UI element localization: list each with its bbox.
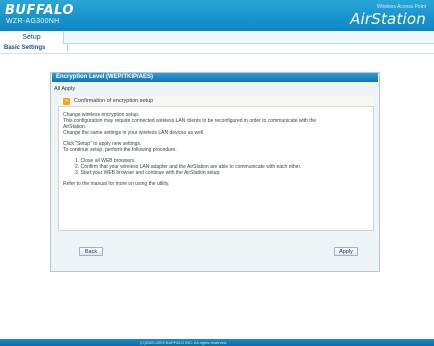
step-3: 3. Start your WEB browser and continue w… [75, 170, 221, 176]
confirmation-title: Confirmation of encryption setup [74, 98, 154, 104]
body-line-4: Change the same settings in your wireles… [63, 130, 205, 136]
body-line-2: This configuration may require connected… [63, 118, 317, 124]
copyright: (C)2000-2009 BUFFALO INC. All rights res… [140, 340, 228, 345]
arrow-icon: » [63, 98, 70, 105]
sub-navigation [0, 44, 434, 54]
model-name: WZR-AG300NH [6, 18, 60, 25]
airstation-logo: AirStation [350, 10, 426, 28]
subnav-basic-settings[interactable]: Basic Settings [4, 45, 45, 51]
tab-strip [0, 31, 434, 44]
body-line-6: To continue setup, perform the following… [63, 147, 177, 153]
dialog-subtitle: All Apply [54, 86, 76, 92]
back-button[interactable]: Back [79, 247, 103, 256]
dialog-title: Encryption Level (WEP/TKIP/AES) [52, 73, 378, 82]
apply-button[interactable]: Apply [334, 247, 358, 256]
refer-line: Refer to the manual for more on using th… [63, 181, 170, 187]
tab-setup[interactable]: Setup [0, 31, 64, 44]
buffalo-logo: BUFFALO [5, 3, 74, 18]
subnav-separator: | [67, 45, 69, 51]
airstation-window: BUFFALO WZR-AG300NH Wireless Access Poin… [0, 0, 434, 346]
